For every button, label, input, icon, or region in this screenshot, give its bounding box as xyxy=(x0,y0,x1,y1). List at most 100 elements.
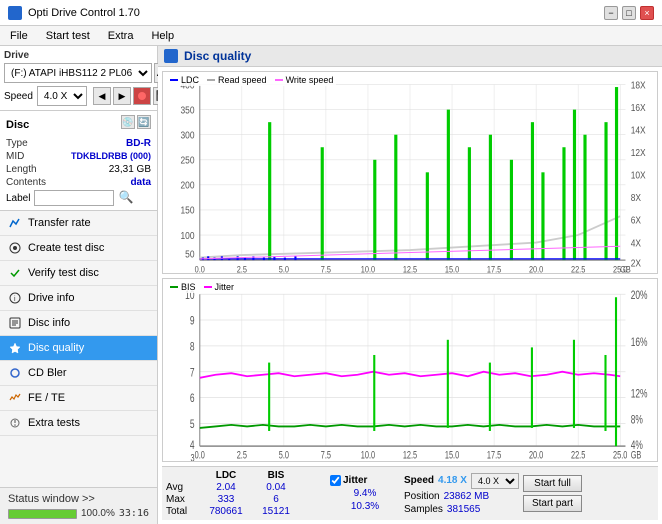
samples-label: Samples xyxy=(404,504,443,515)
svg-text:5: 5 xyxy=(190,418,195,431)
start-buttons: Start full Start part xyxy=(523,475,582,512)
chart2-legend: BIS Jitter xyxy=(167,281,237,293)
svg-text:8%: 8% xyxy=(631,414,643,427)
speed-down-button[interactable]: ◀ xyxy=(93,87,111,105)
verify-test-disc-icon xyxy=(8,266,22,280)
svg-text:12.5: 12.5 xyxy=(403,265,418,273)
svg-text:9: 9 xyxy=(190,315,195,328)
maximize-button[interactable]: □ xyxy=(622,6,636,20)
sidebar-item-disc-info[interactable]: Disc info xyxy=(0,311,157,336)
menu-help[interactable]: Help xyxy=(147,29,178,43)
svg-text:8: 8 xyxy=(190,341,195,354)
nav-section: Transfer rate Create test disc Verify te… xyxy=(0,211,157,487)
svg-text:15.0: 15.0 xyxy=(445,265,460,273)
record-button[interactable] xyxy=(133,87,151,105)
legend-writespeed: Write speed xyxy=(286,75,334,85)
extra-tests-label: Extra tests xyxy=(28,417,80,429)
menu-start-test[interactable]: Start test xyxy=(42,29,94,43)
disc-icon2[interactable]: 🔄 xyxy=(137,115,151,129)
disc-panel: Disc 💿 🔄 Type BD-R MID TDKBLDRBB (000) L… xyxy=(0,111,157,211)
title-bar: Opti Drive Control 1.70 − □ × xyxy=(0,0,662,26)
speed-up-button[interactable]: ▶ xyxy=(113,87,131,105)
svg-text:2.5: 2.5 xyxy=(237,265,248,273)
label-icon[interactable]: 🔍 xyxy=(118,190,134,206)
speed-stat-select[interactable]: 4.0 X xyxy=(471,473,519,489)
svg-text:12%: 12% xyxy=(631,388,648,401)
svg-text:10.0: 10.0 xyxy=(361,449,375,461)
app-icon xyxy=(8,6,22,20)
svg-text:0.0: 0.0 xyxy=(195,449,205,461)
cd-bler-label: CD Bler xyxy=(28,367,67,379)
svg-text:100: 100 xyxy=(181,230,195,241)
legend-jitter: Jitter xyxy=(215,282,235,292)
svg-text:20%: 20% xyxy=(631,289,648,302)
svg-text:50: 50 xyxy=(185,249,194,260)
sidebar-item-extra-tests[interactable]: Extra tests xyxy=(0,411,157,436)
content-area: Disc quality LDC Read speed Write speed xyxy=(158,46,662,524)
svg-text:i: i xyxy=(14,296,16,303)
chart1-legend: LDC Read speed Write speed xyxy=(167,74,336,86)
svg-text:200: 200 xyxy=(181,180,195,191)
start-full-button[interactable]: Start full xyxy=(523,475,582,492)
max-ldc: 333 xyxy=(201,494,251,505)
contents-value: data xyxy=(130,177,151,188)
menu-extra[interactable]: Extra xyxy=(104,29,138,43)
svg-text:7: 7 xyxy=(190,367,195,380)
close-button[interactable]: × xyxy=(640,6,654,20)
bis-col-header: BIS xyxy=(251,470,301,481)
disc-quality-header: Disc quality xyxy=(158,46,662,67)
speed-select[interactable]: 4.0 X xyxy=(37,86,87,106)
menu-file[interactable]: File xyxy=(6,29,32,43)
sidebar-item-cd-bler[interactable]: CD Bler xyxy=(0,361,157,386)
sidebar-item-verify-test-disc[interactable]: Verify test disc xyxy=(0,261,157,286)
svg-text:350: 350 xyxy=(181,105,195,116)
samples-value: 381565 xyxy=(447,504,480,515)
menu-bar: File Start test Extra Help xyxy=(0,26,662,46)
type-label: Type xyxy=(6,138,28,149)
extra-tests-icon xyxy=(8,416,22,430)
drive-info-label: Drive info xyxy=(28,292,74,304)
start-part-button[interactable]: Start part xyxy=(523,495,582,512)
speed-stat-value: 4.18 X xyxy=(438,475,467,486)
disc-quality-title: Disc quality xyxy=(184,49,251,63)
charts-container: LDC Read speed Write speed xyxy=(158,67,662,524)
sidebar-item-transfer-rate[interactable]: Transfer rate xyxy=(0,211,157,236)
legend-ldc: LDC xyxy=(181,75,199,85)
disc-quality-label: Disc quality xyxy=(28,342,84,354)
chart2-svg: 10 9 8 7 6 5 4 3 20% 16% 12% 8% 4% 0. xyxy=(163,279,657,461)
sidebar-item-create-test-disc[interactable]: Create test disc xyxy=(0,236,157,261)
svg-text:5.0: 5.0 xyxy=(279,449,289,461)
jitter-checkbox[interactable] xyxy=(330,475,341,486)
position-value: 23862 MB xyxy=(444,491,490,502)
minimize-button[interactable]: − xyxy=(604,6,618,20)
position-label: Position xyxy=(404,491,440,502)
disc-icon1[interactable]: 💿 xyxy=(121,115,135,129)
app-title: Opti Drive Control 1.70 xyxy=(28,7,140,19)
progress-bar-fill xyxy=(9,510,76,518)
jitter-label: Jitter xyxy=(343,475,367,486)
cd-bler-icon xyxy=(8,366,22,380)
chart-ldc: LDC Read speed Write speed xyxy=(162,71,658,274)
svg-text:GB: GB xyxy=(631,449,642,461)
svg-text:2.5: 2.5 xyxy=(237,449,247,461)
speed-stat-label: Speed xyxy=(404,475,434,486)
svg-text:300: 300 xyxy=(181,130,195,141)
svg-text:8X: 8X xyxy=(631,192,641,203)
sidebar-item-drive-info[interactable]: i Drive info xyxy=(0,286,157,311)
mid-value: TDKBLDRBB (000) xyxy=(71,151,151,162)
disc-info-label: Disc info xyxy=(28,317,70,329)
ldc-col-header: LDC xyxy=(201,470,251,481)
avg-jitter: 9.4% xyxy=(330,488,400,499)
progress-bar-wrap xyxy=(8,509,77,519)
drive-select[interactable]: (F:) ATAPI iHBS112 2 PL06 xyxy=(4,63,152,83)
svg-text:18X: 18X xyxy=(631,80,646,91)
svg-text:150: 150 xyxy=(181,205,195,216)
create-test-disc-icon xyxy=(8,241,22,255)
chart1-svg: 400 350 300 250 200 150 100 50 18X 16X 1… xyxy=(163,72,657,273)
sidebar-item-disc-quality[interactable]: Disc quality xyxy=(0,336,157,361)
svg-text:25.0: 25.0 xyxy=(613,449,627,461)
status-window[interactable]: Status window >> 100.0% 33:16 xyxy=(0,487,157,524)
sidebar-item-fe-te[interactable]: FE / TE xyxy=(0,386,157,411)
label-input[interactable] xyxy=(34,190,114,206)
fe-te-icon xyxy=(8,391,22,405)
